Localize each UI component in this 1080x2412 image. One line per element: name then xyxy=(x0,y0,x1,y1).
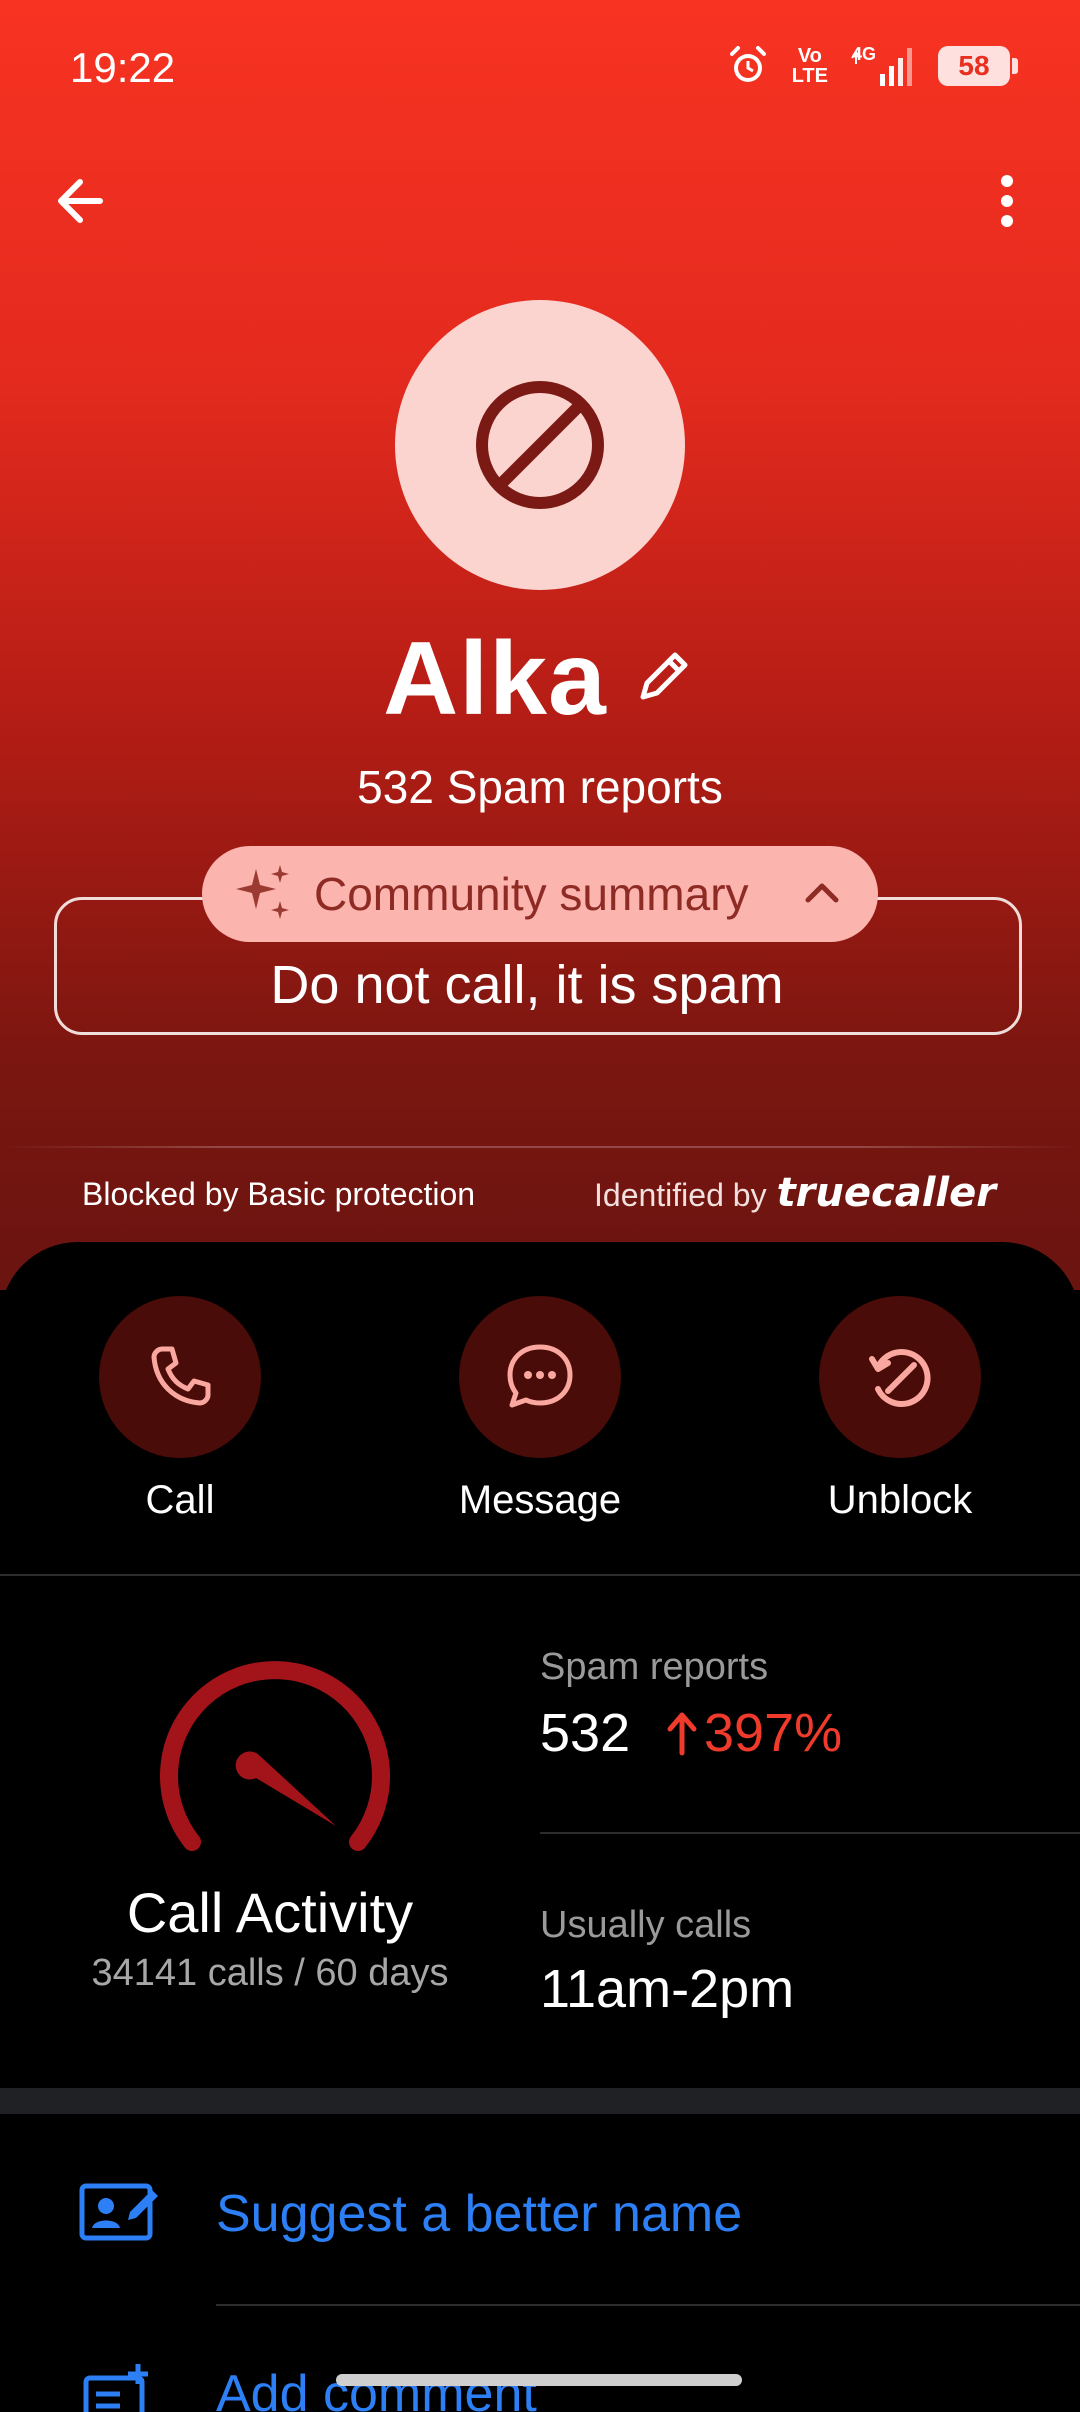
spam-reports-change: 397% xyxy=(664,1702,842,1764)
signal-icon: 4G xyxy=(850,44,916,88)
identified-by: Identified by truecaller xyxy=(594,1170,996,1216)
unblock-button[interactable]: Unblock xyxy=(780,1296,1020,1523)
status-icons: Vo LTE 4G 58 xyxy=(726,44,1018,88)
community-summary-text: Do not call, it is spam xyxy=(270,955,784,1015)
back-button[interactable] xyxy=(46,166,116,236)
status-time: 19:22 xyxy=(70,44,176,91)
pencil-icon xyxy=(640,652,688,700)
divider xyxy=(216,2304,1080,2306)
suggest-name-label: Suggest a better name xyxy=(216,2185,743,2243)
phone-icon xyxy=(151,1346,211,1406)
call-activity-gauge-icon xyxy=(160,1661,390,1851)
unblock-circle xyxy=(819,1296,981,1458)
message-circle xyxy=(459,1296,621,1458)
add-comment-item[interactable]: Add comment xyxy=(0,2318,1080,2412)
block-icon xyxy=(476,381,604,509)
arrow-left-icon xyxy=(58,179,103,223)
battery-icon: 58 xyxy=(938,46,1018,86)
spam-reports-value: 532 xyxy=(540,1703,631,1763)
name-row: Alka xyxy=(0,620,1080,739)
arrow-up-icon xyxy=(667,1712,697,1756)
divider xyxy=(0,1146,1080,1148)
chevron-up-icon xyxy=(805,883,839,903)
section-separator xyxy=(0,2088,1080,2114)
message-button[interactable]: Message xyxy=(420,1296,660,1523)
spam-reports-count: 532 Spam reports xyxy=(357,761,723,813)
blocked-status: Blocked by Basic protection xyxy=(82,1176,476,1212)
call-label: Call xyxy=(145,1478,215,1522)
contact-name: Alka xyxy=(383,621,607,737)
avatar xyxy=(395,300,685,590)
edit-name-button[interactable] xyxy=(629,643,697,716)
call-activity-title: Call Activity xyxy=(126,1881,414,1944)
contact-card-edit-icon xyxy=(79,2183,158,2241)
add-comment-label: Add comment xyxy=(216,2365,537,2412)
chat-bubble-icon xyxy=(507,1344,573,1408)
community-summary-toggle[interactable]: Community summary xyxy=(202,846,878,942)
community-summary-label: Community summary xyxy=(314,868,749,920)
more-options-button[interactable] xyxy=(972,166,1042,236)
suggest-name-item[interactable]: Suggest a better name xyxy=(0,2136,1080,2286)
sparkle-icon xyxy=(236,865,289,919)
unblock-label: Unblock xyxy=(827,1478,973,1522)
identified-by-label: Identified by xyxy=(594,1177,767,1213)
usually-calls-label: Usually calls xyxy=(540,1904,752,1946)
spam-reports-change-value: 397% xyxy=(704,1703,843,1763)
divider xyxy=(540,1832,1080,1834)
home-indicator[interactable] xyxy=(336,2374,742,2386)
spam-reports-label: Spam reports xyxy=(540,1646,769,1688)
alarm-icon xyxy=(726,44,770,88)
truecaller-logo: truecaller xyxy=(776,1170,996,1216)
call-circle xyxy=(99,1296,261,1458)
call-button[interactable]: Call xyxy=(60,1296,300,1523)
divider xyxy=(0,1574,1080,1576)
unblock-icon xyxy=(869,1349,931,1407)
more-vertical-icon xyxy=(1001,175,1013,227)
volte-icon: Vo LTE xyxy=(791,45,828,87)
call-activity-subtitle: 34141 calls / 60 days xyxy=(91,1952,449,1994)
message-label: Message xyxy=(458,1478,622,1522)
usually-calls-value: 11am-2pm xyxy=(540,1959,795,2019)
add-note-icon xyxy=(83,2364,148,2412)
network-type: 4G xyxy=(852,44,877,64)
